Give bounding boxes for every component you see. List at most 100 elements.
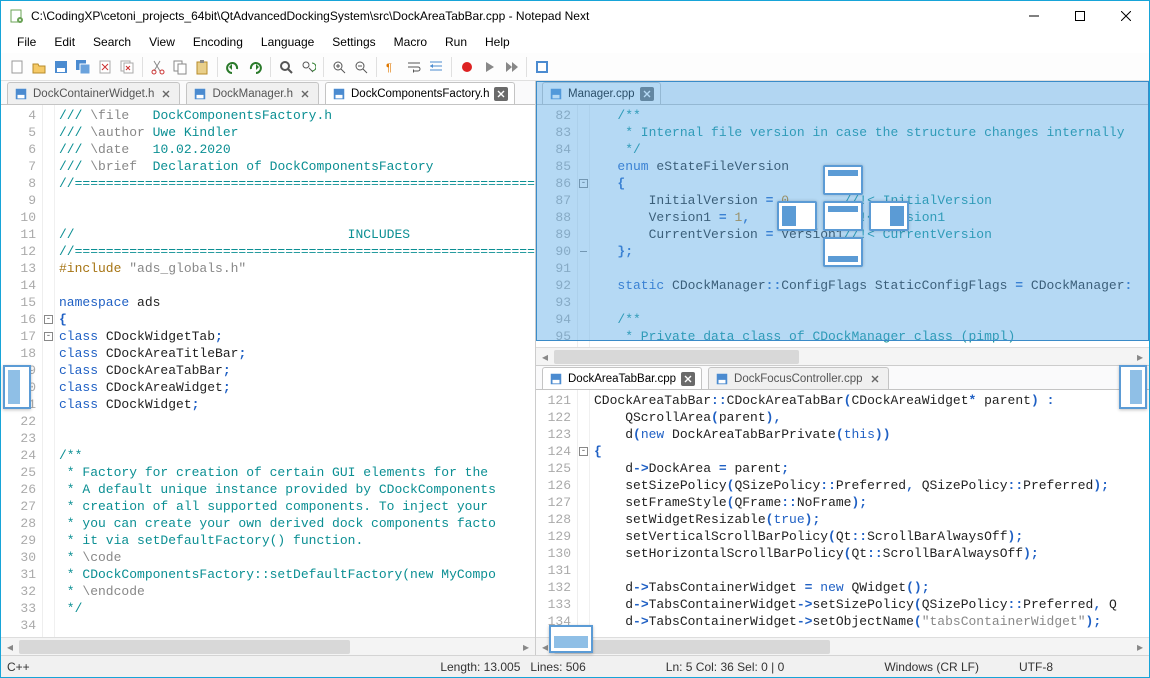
menu-language[interactable]: Language (253, 33, 322, 51)
code-left[interactable]: /// \file DockComponentsFactory.h /// \a… (55, 105, 535, 637)
tab-label: Manager.cpp (568, 88, 635, 100)
replace-button[interactable] (298, 57, 318, 77)
fold-column-bottom-right[interactable]: - (578, 390, 590, 637)
close-icon[interactable] (681, 372, 695, 386)
status-eol: Windows (CR LF) (884, 660, 979, 674)
maximize-button[interactable] (1057, 1, 1103, 31)
fold-column-left[interactable]: -- (43, 105, 55, 637)
dock-cross-top[interactable] (823, 165, 863, 195)
title-bar: C:\CodingXP\cetoni_projects_64bit\QtAdva… (1, 1, 1149, 31)
work-area: DockContainerWidget.h DockManager.h DockCo… (1, 81, 1149, 655)
left-tab-1[interactable]: DockManager.h (186, 82, 319, 104)
file-icon (715, 372, 729, 386)
minimize-button[interactable] (1011, 1, 1057, 31)
gutter-top-right: 8283848586878889909192939495 (536, 105, 578, 347)
app-icon (9, 8, 25, 24)
status-length: Length: 13.005 (440, 660, 520, 674)
menu-bar: FileEditSearchViewEncodingLanguageSettin… (1, 31, 1149, 53)
zoom-out-button[interactable] (351, 57, 371, 77)
file-icon (14, 87, 28, 101)
left-tab-2[interactable]: DockComponentsFactory.h (325, 82, 515, 104)
new-button[interactable] (7, 57, 27, 77)
tab-strip-left: DockContainerWidget.h DockManager.h DockCo… (1, 81, 535, 105)
close-icon[interactable] (159, 87, 173, 101)
code-bottom-right[interactable]: CDockAreaTabBar::CDockAreaTabBar(CDockAr… (590, 390, 1149, 637)
dock-indicator-left[interactable] (3, 365, 31, 409)
menu-settings[interactable]: Settings (324, 33, 383, 51)
svg-text:¶: ¶ (386, 62, 392, 74)
dock-cross-right[interactable] (869, 201, 909, 231)
fold-column-top-right[interactable]: - (578, 105, 590, 347)
right-bottom-pane: DockAreaTabBar.cpp DockFocusController.cp… (536, 365, 1149, 655)
status-lines: Lines: 506 (530, 660, 585, 674)
status-bar: C++ Length: 13.005 Lines: 506 Ln: 5 Col:… (1, 655, 1149, 677)
menu-encoding[interactable]: Encoding (185, 33, 251, 51)
save-button[interactable] (51, 57, 71, 77)
status-pos: Ln: 5 Col: 36 Sel: 0 | 0 (666, 660, 785, 674)
dock-cross-left[interactable] (777, 201, 817, 231)
file-icon (549, 87, 563, 101)
menu-help[interactable]: Help (477, 33, 518, 51)
undo-button[interactable] (223, 57, 243, 77)
find-button[interactable] (276, 57, 296, 77)
tab-label: DockFocusController.cpp (734, 373, 862, 385)
menu-view[interactable]: View (141, 33, 183, 51)
zoom-in-button[interactable] (329, 57, 349, 77)
menu-run[interactable]: Run (437, 33, 475, 51)
hscroll-left[interactable]: ◂▸ (1, 637, 535, 655)
editor-left[interactable]: 4567891011121314151617181920212223242526… (1, 105, 535, 637)
status-enc: UTF-8 (1019, 660, 1053, 674)
bottom-right-tab-0[interactable]: DockAreaTabBar.cpp (542, 367, 702, 389)
menu-file[interactable]: File (9, 33, 44, 51)
dock-indicator-bottom[interactable] (549, 625, 593, 653)
file-icon (549, 372, 563, 386)
close-icon[interactable] (298, 87, 312, 101)
file-icon (193, 87, 207, 101)
status-lang: C++ (7, 660, 30, 674)
tab-label: DockContainerWidget.h (33, 88, 154, 100)
dock-cross-center[interactable] (823, 201, 863, 231)
fwd-button[interactable] (501, 57, 521, 77)
close-icon[interactable] (640, 87, 654, 101)
indent-button[interactable] (426, 57, 446, 77)
right-top-pane: Manager.cpp 8283848586878889909192939495… (536, 81, 1149, 365)
right-pane: Manager.cpp 8283848586878889909192939495… (536, 81, 1149, 655)
tab-strip-top-right: Manager.cpp (536, 81, 1149, 105)
dock-indicator-right[interactable] (1119, 365, 1147, 409)
left-tab-0[interactable]: DockContainerWidget.h (7, 82, 180, 104)
tab-strip-bottom-right: DockAreaTabBar.cpp DockFocusController.cp… (536, 366, 1149, 390)
menu-macro[interactable]: Macro (386, 33, 435, 51)
menu-edit[interactable]: Edit (46, 33, 83, 51)
editor-bottom-right[interactable]: 1211221231241251261271281291301311321331… (536, 390, 1149, 637)
close-all-button[interactable] (117, 57, 137, 77)
cut-button[interactable] (148, 57, 168, 77)
save-all-button[interactable] (73, 57, 93, 77)
tab-label: DockComponentsFactory.h (351, 88, 489, 100)
tab-label: DockAreaTabBar.cpp (568, 373, 676, 385)
hscroll-top-right[interactable]: ◂▸ (536, 347, 1149, 365)
close-icon[interactable] (868, 372, 882, 386)
menu-search[interactable]: Search (85, 33, 139, 51)
toolbar: ¶ (1, 53, 1149, 81)
close-icon[interactable] (494, 87, 508, 101)
ws-button[interactable]: ¶ (382, 57, 402, 77)
top-right-tab-0[interactable]: Manager.cpp (542, 82, 661, 104)
window-title: C:\CodingXP\cetoni_projects_64bit\QtAdva… (31, 9, 1011, 23)
copy-button[interactable] (170, 57, 190, 77)
left-pane: DockContainerWidget.h DockManager.h DockCo… (1, 81, 536, 655)
dock-cross-bottom[interactable] (823, 237, 863, 267)
close-button[interactable] (1103, 1, 1149, 31)
bottom-right-tab-1[interactable]: DockFocusController.cpp (708, 367, 888, 389)
hscroll-bottom-right[interactable]: ◂▸ (536, 637, 1149, 655)
play-button[interactable] (479, 57, 499, 77)
app-button[interactable] (532, 57, 552, 77)
file-icon (332, 87, 346, 101)
gutter-bottom-right: 1211221231241251261271281291301311321331… (536, 390, 578, 637)
rec-button[interactable] (457, 57, 477, 77)
close-button[interactable] (95, 57, 115, 77)
tab-label: DockManager.h (212, 88, 293, 100)
redo-button[interactable] (245, 57, 265, 77)
wrap-button[interactable] (404, 57, 424, 77)
open-button[interactable] (29, 57, 49, 77)
paste-button[interactable] (192, 57, 212, 77)
